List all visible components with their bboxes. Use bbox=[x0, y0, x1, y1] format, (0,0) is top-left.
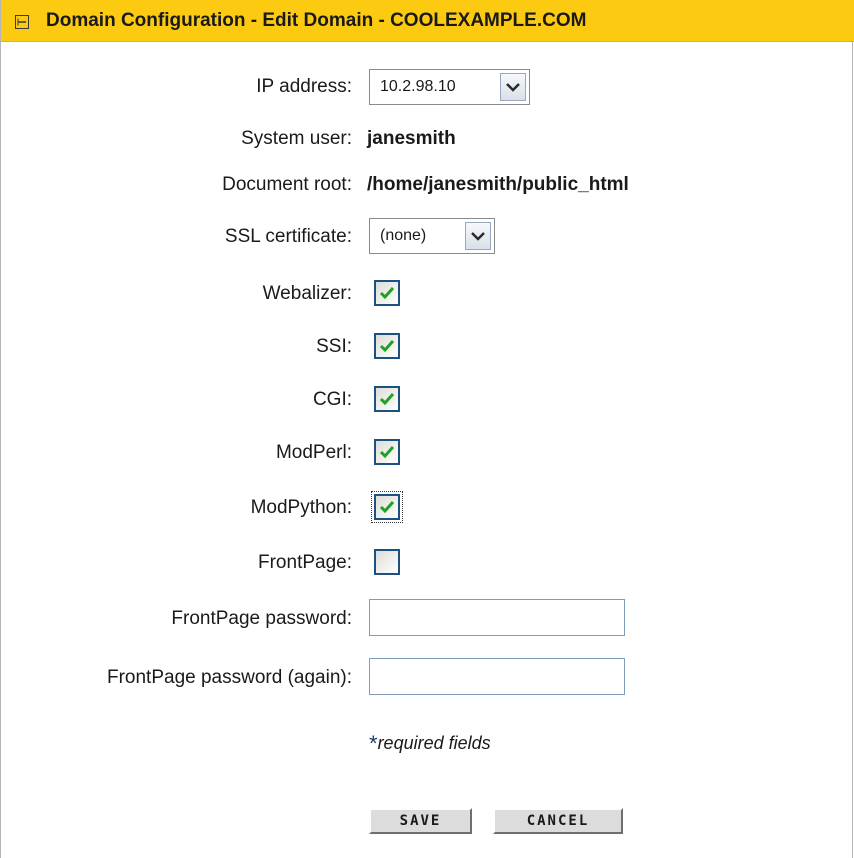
webalizer-label: Webalizer: bbox=[262, 283, 352, 304]
checkmark-icon bbox=[379, 340, 395, 353]
modperl-label: ModPerl: bbox=[275, 442, 352, 463]
ssi-checkbox[interactable] bbox=[374, 333, 400, 359]
panel-title: Domain Configuration - Edit Domain - COO… bbox=[46, 10, 587, 31]
save-button[interactable]: SAVE bbox=[369, 808, 472, 834]
checkmark-icon bbox=[379, 501, 395, 514]
ssl-certificate-label: SSL certificate: bbox=[224, 226, 352, 247]
ssi-label: SSI: bbox=[316, 336, 352, 357]
chevron-down-icon[interactable] bbox=[500, 73, 526, 101]
cgi-label: CGI: bbox=[312, 389, 352, 410]
checkmark-icon bbox=[379, 393, 395, 406]
ssl-certificate-selected-value: (none) bbox=[380, 227, 427, 244]
chevron-down-icon[interactable] bbox=[465, 222, 491, 250]
modperl-checkbox[interactable] bbox=[374, 439, 400, 465]
system-user-label: System user: bbox=[241, 128, 352, 149]
checkmark-icon bbox=[379, 287, 395, 300]
ip-address-select[interactable]: 10.2.98.10 bbox=[369, 69, 530, 105]
frontpage-checkbox[interactable] bbox=[374, 549, 400, 575]
required-fields-text: required fields bbox=[377, 733, 491, 753]
cgi-checkbox[interactable] bbox=[374, 386, 400, 412]
modpython-checkbox[interactable] bbox=[371, 491, 403, 523]
required-fields-note: *required fields bbox=[369, 731, 491, 759]
ssl-certificate-select[interactable]: (none) bbox=[369, 218, 495, 254]
document-root-label: Document root: bbox=[222, 174, 352, 195]
frontpage-password-again-label: FrontPage password (again): bbox=[106, 667, 352, 688]
ip-address-selected-value: 10.2.98.10 bbox=[380, 78, 456, 95]
frontpage-password-input[interactable] bbox=[369, 599, 625, 636]
checkmark-icon bbox=[379, 446, 395, 459]
collapse-minus-icon[interactable] bbox=[15, 13, 29, 29]
modpython-label: ModPython: bbox=[250, 497, 352, 518]
document-root-value: /home/janesmith/public_html bbox=[367, 174, 629, 195]
cancel-button[interactable]: CANCEL bbox=[493, 808, 623, 834]
frontpage-password-label: FrontPage password: bbox=[171, 608, 352, 629]
system-user-value: janesmith bbox=[367, 128, 456, 149]
webalizer-checkbox[interactable] bbox=[374, 280, 400, 306]
frontpage-label: FrontPage: bbox=[258, 552, 352, 573]
frontpage-password-again-input[interactable] bbox=[369, 658, 625, 695]
panel-header: Domain Configuration - Edit Domain - COO… bbox=[1, 0, 854, 42]
domain-config-panel: Domain Configuration - Edit Domain - COO… bbox=[0, 0, 854, 858]
required-marker: * bbox=[369, 731, 378, 756]
ip-address-label: IP address: bbox=[256, 76, 352, 97]
